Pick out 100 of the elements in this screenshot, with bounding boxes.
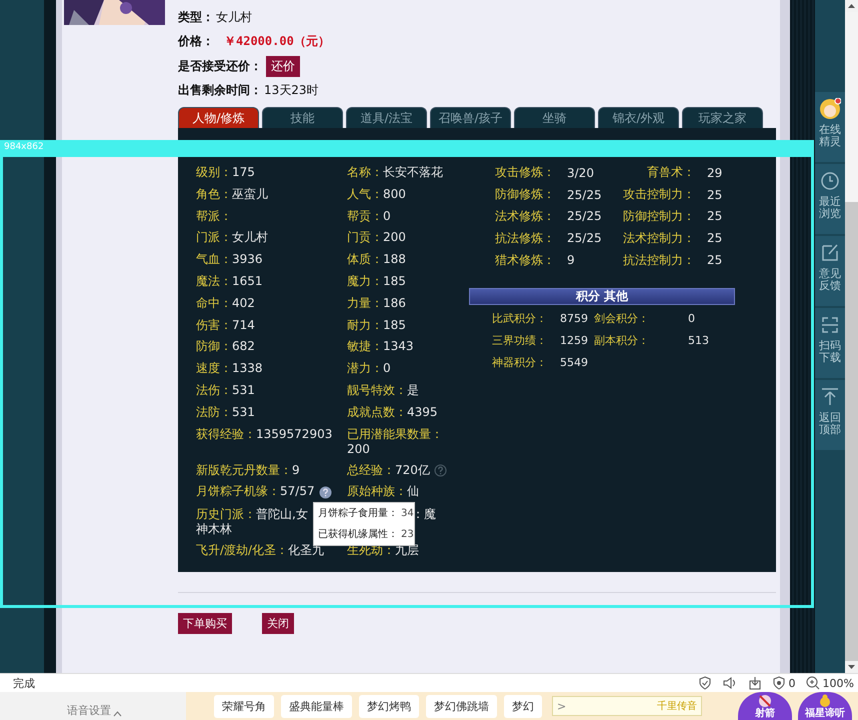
stat-label: 速度： <box>196 361 232 376</box>
download-icon[interactable] <box>748 676 762 690</box>
stat-label: 帮贡： <box>347 208 383 223</box>
stat-value: 200 <box>347 442 370 456</box>
stat-label: 法防： <box>196 404 232 419</box>
stat-label: 猎术修炼： <box>495 252 556 269</box>
tooltip-label: 已获得机缘属性： <box>318 529 398 540</box>
field-value: 13天23时 <box>264 82 319 100</box>
tab[interactable]: 人物/修炼 <box>178 107 259 128</box>
voice-settings-link[interactable]: 语音设置 <box>67 703 111 718</box>
tab[interactable]: 玩家之家 <box>682 107 763 128</box>
field-value: 女儿村 <box>216 8 252 26</box>
tab[interactable]: 道具/法宝 <box>346 107 427 128</box>
stat-label: 已用潜能果数量： <box>347 426 443 441</box>
stat-label: 攻击控制力： <box>622 186 695 204</box>
field-label: 类型： <box>178 8 214 26</box>
stat-label: 获得经验： <box>196 426 256 441</box>
stat-label: 飞升/渡劫/化圣： <box>196 543 288 558</box>
sidebar-item[interactable]: 意见反馈 <box>815 236 845 306</box>
stat-value: 普陀山,女 <box>256 507 308 522</box>
stat-value: 186 <box>383 296 406 310</box>
sidebar-item[interactable]: 最近浏览 <box>815 164 845 234</box>
stat-value: 3936 <box>232 252 263 266</box>
speaker-icon[interactable] <box>722 676 738 690</box>
gourd-icon <box>818 694 832 707</box>
sidebar-item[interactable]: 返回顶部 <box>815 380 845 450</box>
stat-value: 8759 <box>560 312 589 326</box>
stat-value: 1338 <box>232 361 263 376</box>
activity-button[interactable]: 福星谛听 <box>798 692 852 720</box>
stat-label: 级别： <box>196 165 232 179</box>
stat-label: 气血： <box>196 252 232 266</box>
stat-value: 25 <box>707 231 724 246</box>
zoom-icon[interactable] <box>806 676 820 690</box>
tab[interactable]: 锦衣/外观 <box>598 107 679 128</box>
stat-label: 历史门派： <box>196 507 256 522</box>
clock-icon <box>819 170 841 192</box>
stat-label: 名称： <box>347 165 383 179</box>
stat-value: 9 <box>292 462 300 477</box>
stat-label: 靓号特效： <box>347 382 407 397</box>
stat-value: 531 <box>232 404 255 419</box>
stat-value: 185 <box>383 274 406 288</box>
stat-value: 0 <box>383 361 391 376</box>
activity-button[interactable]: 射箭 <box>738 692 792 720</box>
field-label: 是否接受还价： <box>178 58 262 75</box>
field-label: 价格： <box>178 33 214 50</box>
stat-value: 0 <box>688 312 696 326</box>
stat-label: 体质： <box>347 252 383 266</box>
stat-value: 25 <box>707 209 724 224</box>
help-icon[interactable] <box>318 486 332 499</box>
sidebar-item[interactable]: 在线精灵 <box>815 92 845 162</box>
stat-label: 魔法： <box>196 274 232 288</box>
tab[interactable]: 坐骑 <box>514 107 595 128</box>
tab[interactable]: 技能 <box>262 107 343 128</box>
stat-value: 神木林 <box>196 522 232 536</box>
gift-button[interactable]: 梦幻 <box>504 694 542 718</box>
stat-value: 402 <box>232 296 255 310</box>
buy-button[interactable]: 下单购买 <box>178 613 232 634</box>
stat-label: 攻击修炼： <box>495 164 556 182</box>
gift-button[interactable]: 梦幻烤鸭 <box>359 694 419 718</box>
stat-value: 女儿村 <box>232 230 268 244</box>
stat-value: 9 <box>567 253 576 268</box>
zoom-level[interactable]: 100% <box>822 676 854 690</box>
caret-icon <box>113 709 122 718</box>
stat-value: 25/25 <box>567 188 603 202</box>
tab[interactable]: 召唤兽/孩子 <box>430 107 511 128</box>
close-button[interactable]: 关闭 <box>262 613 294 634</box>
block-count: 0 <box>788 676 796 690</box>
tooltip-value: 23 <box>401 529 414 540</box>
stat-value: 仙 <box>407 484 419 498</box>
shield-icon[interactable] <box>698 676 712 690</box>
gift-button[interactable]: 荣耀号角 <box>214 694 274 718</box>
stat-label: 法术修炼： <box>495 208 556 225</box>
stat-value: 3/20 <box>567 166 595 180</box>
stat-value: 57/57 <box>280 484 315 498</box>
stat-value: 29 <box>707 166 724 180</box>
stat-value: 1343 <box>383 339 414 354</box>
stat-value: 巫蛮儿 <box>232 186 268 201</box>
stat-label: 抗法修炼： <box>495 230 556 247</box>
back-to-top-icon <box>819 386 841 408</box>
stat-label: 防御控制力： <box>622 208 695 225</box>
stat-label: 法术控制力： <box>622 230 695 247</box>
sidebar-item[interactable]: 扫码下载 <box>815 308 845 378</box>
stat-label: 抗法控制力： <box>622 252 695 269</box>
stat-value: 200 <box>383 230 406 244</box>
counter-offer-button[interactable]: 还价 <box>266 56 300 77</box>
stat-value: 4395 <box>407 404 438 419</box>
gift-button[interactable]: 梦幻佛跳墙 <box>426 694 497 718</box>
mascot-icon <box>819 98 841 120</box>
stat-label: 比武积分： <box>492 311 548 326</box>
gift-button[interactable]: 盛典能量棒 <box>281 694 352 718</box>
stat-label: 防御： <box>196 339 232 354</box>
tooltip-value: 34 <box>401 508 414 520</box>
stat-value: 714 <box>232 318 255 332</box>
block-icon <box>772 676 786 690</box>
stat-label: 潜力： <box>347 361 383 376</box>
stat-value: 1259 <box>560 334 589 348</box>
stat-label: 耐力： <box>347 318 383 332</box>
section-header: 积分 其他 <box>469 288 735 305</box>
stat-label: 防御修炼： <box>495 186 556 204</box>
stat-label: 敏捷： <box>347 339 383 354</box>
